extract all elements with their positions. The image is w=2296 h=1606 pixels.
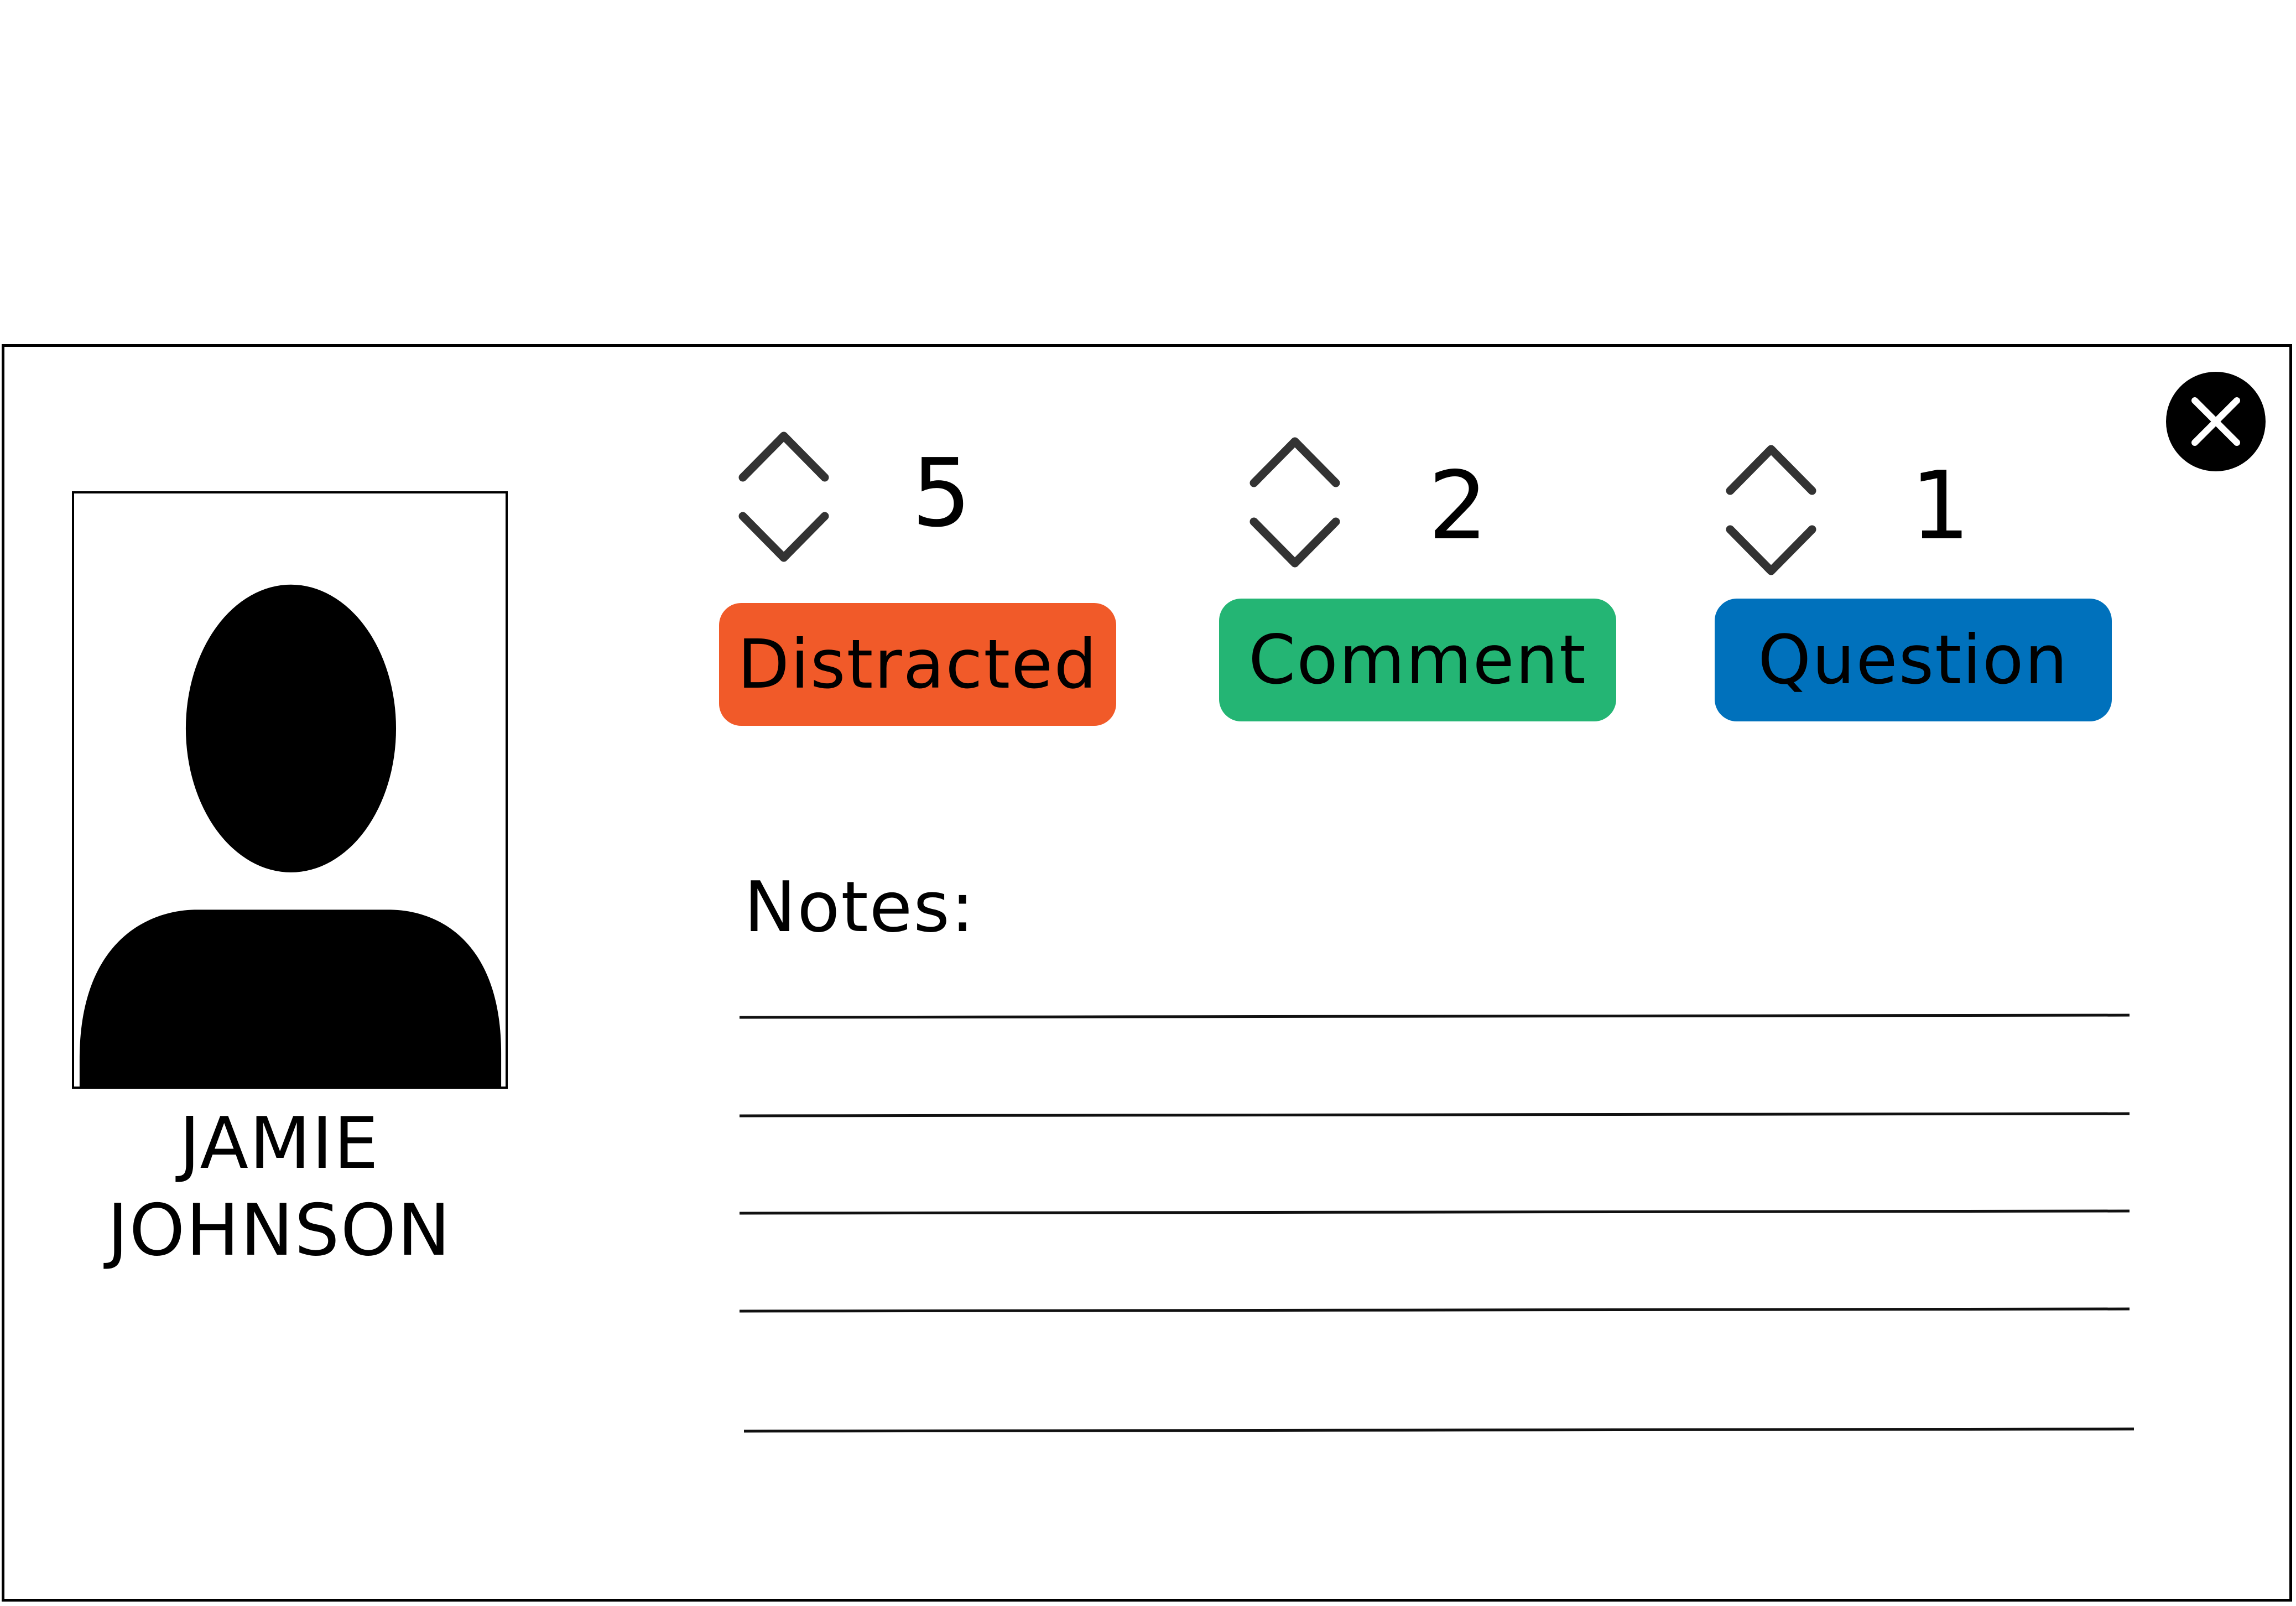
chevron-up-icon[interactable] xyxy=(1726,445,1816,495)
question-button[interactable]: Question xyxy=(1715,599,2112,721)
comment-stepper xyxy=(1240,430,1351,574)
chevron-up-icon[interactable] xyxy=(738,432,829,482)
notes-label: Notes: xyxy=(744,866,976,948)
question-count: 1 xyxy=(1910,451,1971,561)
student-photo xyxy=(72,491,508,1089)
close-button[interactable] xyxy=(2166,372,2266,471)
close-icon[interactable] xyxy=(2166,372,2266,471)
student-first-name: JAMIE xyxy=(179,1103,380,1185)
chevron-up-icon[interactable] xyxy=(1249,437,1340,487)
question-stepper xyxy=(1716,438,1827,582)
chevron-down-icon[interactable] xyxy=(738,512,829,562)
distracted-button[interactable]: Distracted xyxy=(719,603,1116,726)
chevron-down-icon[interactable] xyxy=(1249,517,1340,568)
chevron-down-icon[interactable] xyxy=(1726,525,1816,575)
distracted-count: 5 xyxy=(911,439,972,548)
student-last-name: JOHNSON xyxy=(107,1189,452,1272)
person-silhouette-icon xyxy=(79,584,502,1087)
distracted-stepper xyxy=(729,425,840,569)
comment-button[interactable]: Comment xyxy=(1219,599,1616,721)
comment-count: 2 xyxy=(1428,451,1488,561)
